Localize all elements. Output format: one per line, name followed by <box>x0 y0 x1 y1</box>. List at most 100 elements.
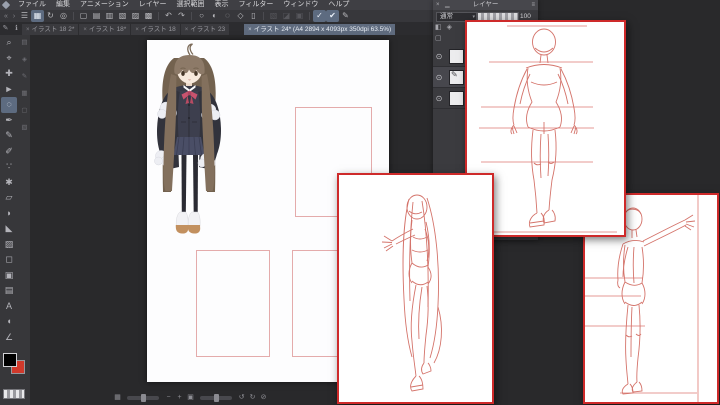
frame-tool-icon[interactable]: ▣ <box>1 268 17 284</box>
reset-view-icon[interactable]: ⊘ <box>258 392 269 403</box>
material-tool-icon[interactable]: ▤ <box>1 283 17 299</box>
tab-close-icon[interactable]: × <box>83 27 87 33</box>
blend-tool-icon[interactable]: ◗ <box>1 206 17 222</box>
capture-icon[interactable]: ◎ <box>57 10 70 22</box>
dock-collapse-icon[interactable]: « <box>2 13 10 20</box>
layer-thumbnail <box>449 49 464 64</box>
workspace-icon[interactable]: ▦ <box>31 10 44 22</box>
snap-grid-icon[interactable]: ▣ <box>293 10 306 22</box>
subtool-icon-2[interactable]: ✎ <box>20 72 29 80</box>
correction-tool-icon[interactable]: ∠ <box>1 330 17 346</box>
undo-icon[interactable]: ↶ <box>162 10 175 22</box>
menu-item-5[interactable]: 表示 <box>210 0 234 10</box>
crop-icon[interactable]: ◇ <box>234 10 247 22</box>
decoration-tool-icon[interactable]: ✱ <box>1 175 17 191</box>
zoom-in-icon[interactable]: + <box>174 392 185 403</box>
primary-color-swatch[interactable] <box>3 353 17 367</box>
palette-dock-icon-1[interactable]: ◧ <box>435 23 442 31</box>
pen-tool-icon[interactable]: ✒ <box>1 113 17 129</box>
palette-menu-icon[interactable]: ≡ <box>531 0 535 10</box>
menu-item-0[interactable]: ファイル <box>13 0 51 10</box>
airbrush-tool-icon[interactable]: ∵ <box>1 159 17 175</box>
zoom-out-icon[interactable]: − <box>163 392 174 403</box>
subtool-icon-5[interactable]: ▧ <box>20 123 29 131</box>
blend-mode-value: 通常 <box>440 13 453 20</box>
menu-item-2[interactable]: アニメーション <box>75 0 134 10</box>
palette-dock-icon-2[interactable]: ◈ <box>447 23 452 31</box>
rotate-left-icon[interactable]: ↺ <box>236 392 247 403</box>
save-icon[interactable]: ▥ <box>103 10 116 22</box>
lasso-tool-icon[interactable]: ◌ <box>1 97 17 113</box>
zoom-tool-icon[interactable]: ⌕ <box>1 35 17 51</box>
layer-visible-icon[interactable]: ⊙ <box>433 52 445 61</box>
menu-item-7[interactable]: ウィンドウ <box>278 0 323 10</box>
stabilize-edit-icon[interactable]: ✎ <box>339 10 352 22</box>
dock-expand-icon[interactable]: › <box>10 13 18 20</box>
zoom-slider[interactable] <box>127 396 159 400</box>
document-tab-1[interactable]: ×イラスト 18* <box>79 24 130 35</box>
subtool-icon-1[interactable]: ◈ <box>20 55 29 63</box>
pen-pressure-icon[interactable]: ✎ <box>0 23 11 35</box>
subtool-icon-0[interactable]: ▤ <box>20 38 29 46</box>
reference-window-three-quarter-pose[interactable] <box>337 173 494 404</box>
figure-tool-icon[interactable]: ◻ <box>1 252 17 268</box>
tab-close-icon[interactable]: × <box>248 27 252 33</box>
brush-tool-icon[interactable]: ✐ <box>1 144 17 160</box>
new-file-icon[interactable]: ▢ <box>77 10 90 22</box>
redo-icon[interactable]: ↷ <box>175 10 188 22</box>
object-tool-icon[interactable]: ► <box>1 82 17 98</box>
slider-handle[interactable] <box>141 394 146 402</box>
slider-handle[interactable] <box>214 394 219 402</box>
menu-bar: ファイル編集アニメーションレイヤー選択範囲表示フィルターウィンドウヘルプ <box>0 0 433 10</box>
open-file-icon[interactable]: ▤ <box>90 10 103 22</box>
main-menu-icon[interactable]: ☰ <box>18 10 31 22</box>
clipboard-icon[interactable]: ▯ <box>247 10 260 22</box>
document-tab-3[interactable]: ×イラスト 23 <box>181 24 229 35</box>
menu-item-1[interactable]: 編集 <box>51 0 75 10</box>
pencil-tool-icon[interactable]: ✎ <box>1 128 17 144</box>
selection-border-icon[interactable]: ◌ <box>221 10 234 22</box>
layer-thumbnail <box>449 91 464 106</box>
snap-ruler-icon[interactable]: ▧ <box>267 10 280 22</box>
text-tool-icon[interactable]: A <box>1 299 17 315</box>
print-icon[interactable]: ▩ <box>142 10 155 22</box>
tab-close-icon[interactable]: × <box>26 27 30 33</box>
export-image-icon[interactable]: ▧ <box>116 10 129 22</box>
rotate-slider[interactable] <box>200 396 232 400</box>
menu-item-6[interactable]: フィルター <box>234 0 279 10</box>
document-tab-4[interactable]: ×イラスト 24* (A4 2894 x 4093px 350dpi 63.5%… <box>244 24 395 35</box>
menu-item-8[interactable]: ヘルプ <box>323 0 354 10</box>
new-layer-icon[interactable]: ▢ <box>435 34 442 42</box>
actual-size-icon[interactable]: ▣ <box>185 392 196 403</box>
menu-item-3[interactable]: レイヤー <box>134 0 172 10</box>
info-icon[interactable]: ℹ <box>11 23 22 35</box>
document-tab-2[interactable]: ×イラスト 18 <box>131 24 179 35</box>
tab-close-icon[interactable]: × <box>185 27 189 33</box>
three-quarter-pose-sketch <box>339 175 492 402</box>
menu-item-4[interactable]: 選択範囲 <box>172 0 210 10</box>
tab-label: イラスト 18* <box>89 26 126 33</box>
invert-selection-icon[interactable]: ◐ <box>208 10 221 22</box>
tab-close-icon[interactable]: × <box>135 27 139 33</box>
stabilize-post-icon[interactable]: ✔ <box>326 10 339 22</box>
document-tab-0[interactable]: ×イラスト 18 2* <box>22 24 78 35</box>
snap-perspective-icon[interactable]: ◪ <box>280 10 293 22</box>
eraser-tool-icon[interactable]: ▱ <box>1 190 17 206</box>
deselect-icon[interactable]: ○ <box>195 10 208 22</box>
subtool-icon-3[interactable]: ▦ <box>20 89 29 97</box>
move-tool-icon[interactable]: ✚ <box>1 66 17 82</box>
transparent-color-swatch[interactable] <box>3 389 25 399</box>
stabilize-on-icon[interactable]: ✓ <box>313 10 326 22</box>
subtool-icon-4[interactable]: ▢ <box>20 106 29 114</box>
export-layers-icon[interactable]: ▨ <box>129 10 142 22</box>
magnify-tool-icon[interactable]: ⌖ <box>1 51 17 67</box>
rotate-right-icon[interactable]: ↻ <box>247 392 258 403</box>
rotate-canvas-icon[interactable]: ↻ <box>44 10 57 22</box>
fit-screen-icon[interactable]: ▦ <box>112 392 123 403</box>
gradient-tool-icon[interactable]: ▨ <box>1 237 17 253</box>
fill-tool-icon[interactable]: ◣ <box>1 221 17 237</box>
layer-visible-icon[interactable]: ⊙ <box>433 73 445 82</box>
document-tabs: ×イラスト 18 2*×イラスト 18*×イラスト 18×イラスト 23×イラス… <box>22 24 396 35</box>
balloon-tool-icon[interactable]: ◖ <box>1 314 17 330</box>
layer-visible-icon[interactable]: ⊙ <box>433 94 445 103</box>
